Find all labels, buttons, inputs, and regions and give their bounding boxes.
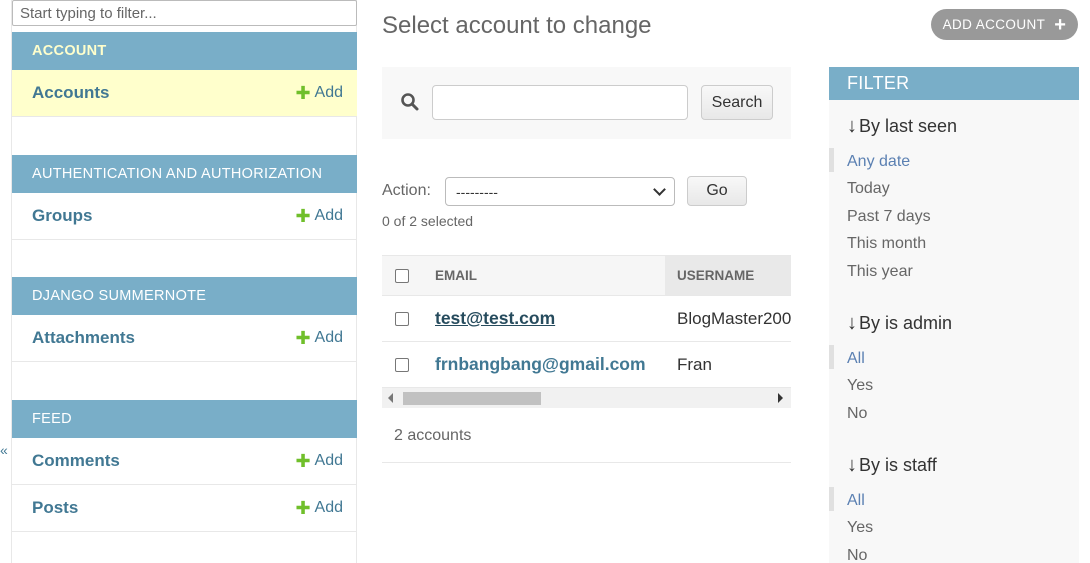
add-label: Add	[314, 329, 343, 346]
module-feed: FEED Comments ✚ Add Posts ✚ Add	[12, 400, 357, 532]
attachments-link[interactable]: Attachments	[32, 328, 135, 348]
filter-title-label: By is staff	[859, 454, 937, 475]
table-row: test@test.com BlogMaster2000	[382, 295, 791, 342]
row-checkbox[interactable]	[395, 312, 409, 327]
scroll-left-icon[interactable]	[388, 393, 393, 403]
action-label: Action:	[382, 182, 431, 199]
module-account: ACCOUNT Accounts ✚ Add	[12, 32, 357, 117]
module-summernote: DJANGO SUMMERNOTE Attachments ✚ Add	[12, 277, 357, 362]
sidebar-item-groups: Groups ✚ Add	[12, 193, 357, 240]
go-button[interactable]: Go	[687, 176, 747, 206]
result-list: EMAIL USERNAME▲ test@test.com BlogMaster…	[382, 255, 791, 410]
scroll-right-icon[interactable]	[778, 393, 783, 403]
username-cell: BlogMaster2000	[665, 295, 791, 342]
nav-filter-input[interactable]	[12, 0, 357, 26]
select-all-cell	[382, 255, 435, 296]
add-label: Add	[314, 452, 343, 469]
filter-title[interactable]: ↓ By is staff	[829, 451, 1079, 479]
filter-option[interactable]: Past 7 days	[829, 203, 1079, 231]
filter-option[interactable]: No	[829, 400, 1079, 428]
filter-option[interactable]: Yes	[829, 515, 1079, 543]
arrow-down-icon: ↓	[847, 453, 857, 476]
filter-option[interactable]: All	[829, 345, 1079, 373]
row-checkbox[interactable]	[395, 358, 409, 373]
arrow-down-icon: ↓	[847, 311, 857, 334]
add-label: Add	[314, 84, 343, 101]
plus-icon: ✚	[295, 498, 311, 518]
posts-link[interactable]: Posts	[32, 498, 78, 518]
sidebar-item-attachments: Attachments ✚ Add	[12, 315, 357, 362]
row-checkbox-cell	[382, 341, 435, 388]
filter-header: FILTER	[829, 67, 1079, 100]
selection-counter: 0 of 2 selected	[382, 213, 474, 229]
filter-option[interactable]: This year	[829, 258, 1079, 286]
sidebar: ACCOUNT Accounts ✚Add AUTHENTICATION AND…	[11, 0, 357, 563]
plus-icon: ✚	[295, 451, 311, 471]
email-cell: frnbangbang@gmail.com	[435, 341, 665, 388]
add-label: Add	[314, 499, 343, 516]
search-toolbar: Search	[382, 67, 791, 139]
filter-option[interactable]: Today	[829, 176, 1079, 204]
search-button[interactable]: Search	[701, 85, 773, 120]
filter-option[interactable]: This month	[829, 231, 1079, 259]
add-post-link[interactable]: ✚ Add	[295, 499, 343, 517]
search-icon	[401, 93, 419, 111]
add-account-link[interactable]: ✚ Add	[295, 84, 343, 102]
scrollbar-thumb[interactable]	[403, 392, 541, 405]
groups-link[interactable]: Groups	[32, 206, 92, 226]
horizontal-scrollbar[interactable]	[382, 388, 791, 408]
arrow-down-icon: ↓	[847, 114, 857, 137]
module-header-auth[interactable]: AUTHENTICATION AND AUTHORIZATION	[12, 155, 357, 193]
filter-title[interactable]: ↓ By is admin	[829, 309, 1079, 337]
add-group-link[interactable]: ✚ Add	[295, 207, 343, 225]
plus-icon: ✚	[295, 328, 311, 348]
module-header-account[interactable]: ACCOUNT	[12, 32, 357, 70]
table-row: frnbangbang@gmail.com Fran	[382, 341, 791, 388]
action-select-value: ---------	[456, 183, 498, 200]
sidebar-item-posts: Posts ✚ Add	[12, 485, 357, 532]
column-header-email[interactable]: EMAIL	[435, 255, 665, 296]
action-select[interactable]: ---------	[445, 177, 675, 206]
username-cell: Fran	[665, 341, 791, 388]
filter-option[interactable]: Yes	[829, 373, 1079, 401]
accounts-link[interactable]: Accounts	[32, 83, 109, 103]
comments-link[interactable]: Comments	[32, 451, 120, 471]
add-label: Add	[314, 207, 343, 224]
changelist-filter: FILTER ↓ By last seen Any date Today Past…	[829, 67, 1079, 563]
result-table: EMAIL USERNAME▲ test@test.com BlogMaster…	[382, 255, 791, 388]
sidebar-item-comments: Comments ✚ Add	[12, 438, 357, 485]
chevron-down-icon	[653, 182, 666, 196]
add-comment-link[interactable]: ✚ Add	[295, 452, 343, 470]
plus-icon: +	[1054, 13, 1067, 36]
add-account-button[interactable]: ADD ACCOUNT +	[931, 9, 1078, 40]
module-header-feed[interactable]: FEED	[12, 400, 357, 438]
filter-group-is-staff: ↓ By is staff All Yes No	[829, 451, 1079, 563]
module-header-summernote[interactable]: DJANGO SUMMERNOTE	[12, 277, 357, 315]
row-checkbox-cell	[382, 295, 435, 342]
search-input[interactable]	[432, 85, 688, 120]
filter-title-label: By is admin	[859, 312, 953, 333]
filter-option[interactable]: Any date	[829, 148, 1079, 176]
filter-group-last-seen: ↓ By last seen Any date Today Past 7 days…	[829, 112, 1079, 286]
filter-group-is-admin: ↓ By is admin All Yes No	[829, 309, 1079, 428]
select-all-checkbox[interactable]	[395, 269, 409, 284]
add-account-label: ADD ACCOUNT	[942, 17, 1046, 32]
page-title: Select account to change	[382, 12, 652, 39]
filter-title[interactable]: ↓ By last seen	[829, 112, 1079, 140]
sidebar-toggle-icon[interactable]: «	[0, 442, 8, 458]
plus-icon: ✚	[295, 206, 311, 226]
module-auth: AUTHENTICATION AND AUTHORIZATION Groups …	[12, 155, 357, 240]
email-cell: test@test.com	[435, 295, 665, 342]
column-header-username[interactable]: USERNAME▲	[665, 255, 791, 296]
filter-option[interactable]: No	[829, 542, 1079, 563]
email-link[interactable]: test@test.com	[435, 308, 555, 328]
plus-icon: ✚	[295, 83, 311, 103]
filter-title-label: By last seen	[859, 115, 958, 136]
email-link[interactable]: frnbangbang@gmail.com	[435, 354, 646, 374]
sidebar-item-accounts: Accounts ✚ Add	[12, 70, 357, 117]
add-attachment-link[interactable]: ✚ Add	[295, 329, 343, 347]
paginator: 2 accounts	[382, 410, 791, 463]
filter-option[interactable]: All	[829, 487, 1079, 515]
column-header-username-label: USERNAME	[677, 268, 755, 283]
